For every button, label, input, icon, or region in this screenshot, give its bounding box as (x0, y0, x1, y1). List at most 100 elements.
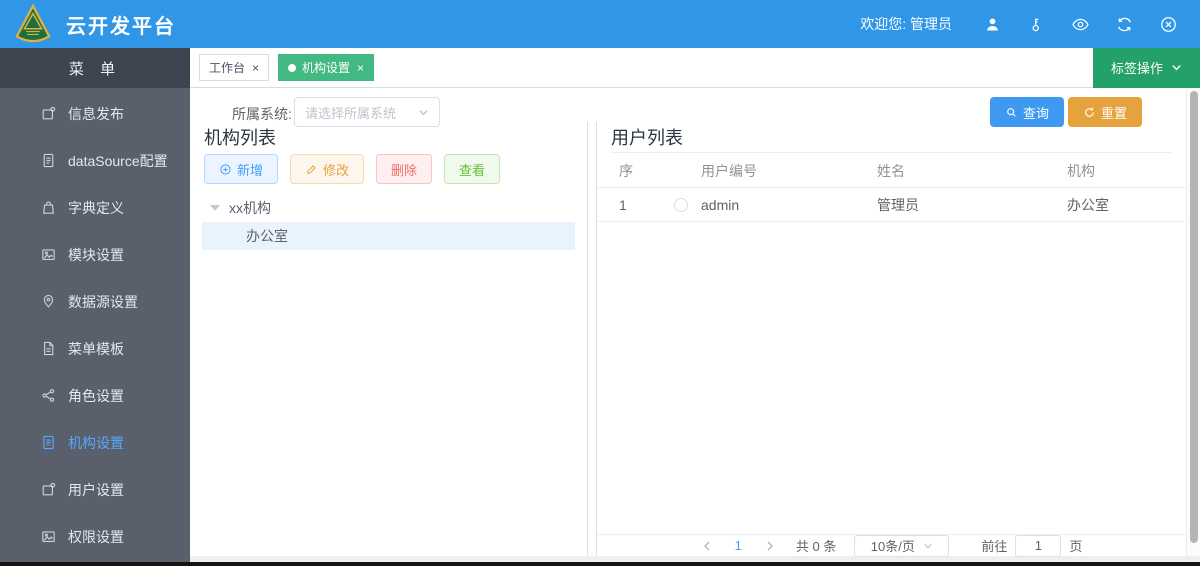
org-tree: xx机构 办公室 (202, 194, 575, 250)
tab-workbench[interactable]: 工作台 × (199, 54, 270, 81)
user-list-panel: 用户列表 序 用户编号 姓名 机构 1 admin 管理员 办公室 1 共 0 … (596, 122, 1186, 557)
sidebar-item-role-settings[interactable]: 角色设置 (0, 372, 190, 419)
total-count: 共 0 条 (795, 539, 837, 554)
plus-circle-icon (220, 163, 231, 175)
edit-button-label: 修改 (323, 162, 350, 178)
image-icon (40, 246, 57, 263)
delete-button[interactable]: 删除 (376, 154, 433, 184)
sidebar-item-datasource-config[interactable]: dataSource配置 (0, 137, 190, 184)
sidebar-item-label: 机构设置 (68, 434, 124, 451)
sidebar-item-info-publish[interactable]: 信息发布 (0, 90, 190, 137)
app-logo-icon (15, 4, 51, 43)
welcome-text: 欢迎您: 管理员 (860, 16, 952, 32)
user-table-header: 序 用户编号 姓名 机构 (597, 154, 1186, 188)
tree-node-label: xx机构 (229, 200, 271, 216)
col-org: 机构 (1067, 162, 1095, 179)
add-button-label: 新增 (237, 162, 264, 178)
sidebar-item-label: 模块设置 (68, 246, 124, 263)
tree-node-root[interactable]: xx机构 (202, 194, 575, 222)
app-title: 云开发平台 (66, 15, 176, 38)
cell-org: 办公室 (1067, 196, 1109, 213)
close-icon[interactable]: × (357, 62, 364, 74)
document-icon (40, 152, 57, 169)
tab-label: 工作台 (209, 61, 246, 75)
scrollbar-thumb[interactable] (1190, 91, 1198, 543)
page-size-select[interactable]: 10条/页 (854, 534, 950, 557)
page-size-value: 10条/页 (870, 539, 915, 554)
sidebar-item-menu-template[interactable]: 菜单模板 (0, 325, 190, 372)
divider (611, 152, 1172, 153)
chevron-down-icon (924, 543, 932, 549)
tags-view-bar: 工作台 × 机构设置 × 标签操作 (190, 47, 1200, 88)
sidebar-item-label: 用户设置 (68, 481, 124, 498)
org-panel-title: 机构列表 (204, 128, 276, 148)
sidebar: 菜 单 信息发布 dataSource配置 字典定义 模块设置 数据源设置 菜单… (0, 48, 190, 562)
sidebar-item-label: 菜单模板 (68, 340, 124, 357)
view-button[interactable]: 查看 (444, 154, 501, 184)
sidebar-item-org-settings[interactable]: 机构设置 (0, 419, 190, 466)
cell-seq: 1 (619, 196, 627, 213)
sidebar-menu: 信息发布 dataSource配置 字典定义 模块设置 数据源设置 菜单模板 角… (0, 88, 190, 560)
tag-actions-label: 标签操作 (1110, 61, 1163, 76)
file-icon (40, 340, 57, 357)
user-table: 序 用户编号 姓名 机构 1 admin 管理员 办公室 (597, 154, 1186, 222)
sidebar-item-label: 角色设置 (68, 387, 124, 404)
location-icon (40, 293, 57, 310)
org-actions: 新增 修改 删除 查看 (204, 154, 501, 184)
user-icon[interactable] (982, 14, 1002, 34)
vertical-scrollbar[interactable] (1186, 88, 1200, 556)
content-card: 所属系统: 请选择所属系统 查询 重置 机构列表 新增 修改 删除 查看 xx机… (190, 88, 1186, 557)
system-select-placeholder: 请选择所属系统 (305, 105, 397, 121)
sidebar-item-label: 信息发布 (68, 105, 124, 122)
app-header: 云开发平台 欢迎您: 管理员 (0, 0, 1200, 48)
pagination: 1 共 0 条 10条/页 前往 页 (597, 534, 1186, 557)
sidebar-item-label: 权限设置 (68, 528, 124, 545)
refresh-icon (1085, 107, 1094, 117)
dot-icon (288, 63, 297, 72)
sidebar-item-label: 数据源设置 (68, 293, 138, 310)
sidebar-item-dict-define[interactable]: 字典定义 (0, 184, 190, 231)
key-icon[interactable] (1026, 14, 1046, 34)
sidebar-item-user-settings[interactable]: 用户设置 (0, 466, 190, 513)
tree-node-child-selected[interactable]: 办公室 (202, 222, 575, 250)
search-button-label: 查询 (1023, 105, 1050, 121)
table-row[interactable]: 1 admin 管理员 办公室 (597, 188, 1186, 222)
tab-label: 机构设置 (302, 61, 351, 75)
cell-user-code: admin (701, 196, 740, 213)
tree-node-label: 办公室 (246, 228, 288, 244)
sidebar-item-module-settings[interactable]: 模块设置 (0, 231, 190, 278)
eye-icon[interactable] (1070, 14, 1090, 34)
chevron-down-icon (419, 109, 428, 115)
row-radio[interactable] (674, 197, 688, 212)
col-name: 姓名 (877, 162, 905, 179)
view-button-label: 查看 (459, 162, 486, 178)
page-unit-label: 页 (1069, 539, 1083, 554)
add-button[interactable]: 新增 (204, 154, 279, 184)
sidebar-item-label: dataSource配置 (68, 152, 168, 169)
cell-name: 管理员 (877, 196, 919, 213)
share-icon (40, 387, 57, 404)
goto-label: 前往 (981, 539, 1008, 554)
close-circle-icon[interactable] (1158, 14, 1178, 34)
refresh-icon[interactable] (1114, 14, 1134, 34)
tab-org-settings[interactable]: 机构设置 × (278, 54, 375, 81)
copy-icon (40, 105, 57, 122)
col-user-code: 用户编号 (701, 162, 757, 179)
prev-page-icon[interactable] (701, 540, 713, 552)
chevron-down-icon (1172, 65, 1181, 71)
copy-icon (40, 481, 57, 498)
next-page-icon[interactable] (764, 540, 776, 552)
pencil-icon (307, 164, 316, 174)
caret-down-icon[interactable] (210, 205, 220, 211)
tag-actions-button[interactable]: 标签操作 (1092, 47, 1200, 88)
sidebar-item-permission-settings[interactable]: 权限设置 (0, 513, 190, 560)
delete-button-label: 删除 (391, 162, 418, 178)
current-page[interactable]: 1 (735, 538, 742, 553)
edit-button[interactable]: 修改 (290, 154, 365, 184)
sidebar-item-datasource-settings[interactable]: 数据源设置 (0, 278, 190, 325)
sidebar-title: 菜 单 (0, 48, 190, 88)
image-icon (40, 528, 57, 545)
org-list-panel: 机构列表 新增 修改 删除 查看 xx机构 办公室 (198, 122, 588, 556)
close-icon[interactable]: × (252, 62, 259, 74)
goto-page-input[interactable] (1015, 534, 1062, 557)
